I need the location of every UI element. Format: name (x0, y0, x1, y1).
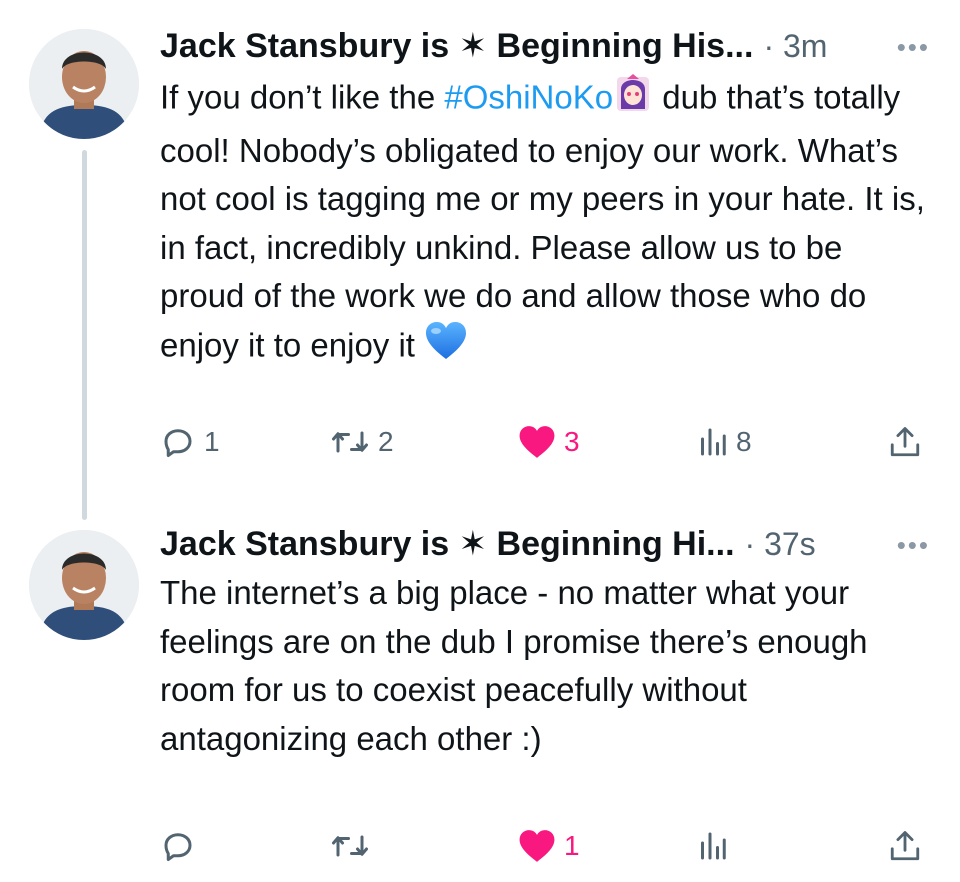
views-button[interactable]: 8 (698, 420, 752, 464)
share-button[interactable] (888, 824, 922, 868)
views-icon (698, 424, 728, 460)
tweet-actions: 1 2 3 8 (160, 420, 930, 464)
retweet-button[interactable]: 2 (330, 420, 394, 464)
more-icon[interactable]: ••• (897, 32, 930, 63)
retweet-icon (330, 424, 370, 460)
tweet-text: If you don’t like the #OshiNoKo dub that… (160, 73, 930, 374)
hashtag-link[interactable]: #OshiNoKo (444, 78, 613, 115)
retweet-icon (330, 828, 370, 864)
tweet-time[interactable]: · 37s (745, 526, 816, 563)
tweet-header: Jack Stansbury is ✶ Beginning Hi... · 37… (160, 520, 930, 568)
more-icon[interactable]: ••• (897, 530, 930, 561)
share-button[interactable] (888, 420, 922, 464)
view-count: 8 (736, 426, 752, 457)
tweet-time[interactable]: · 3m (763, 28, 827, 65)
like-icon (518, 424, 556, 460)
views-icon (698, 828, 728, 864)
share-icon (888, 424, 922, 460)
reply-icon (160, 424, 196, 460)
reply-count: 1 (204, 426, 220, 457)
avatar[interactable] (29, 530, 139, 640)
thread-connector-line (82, 150, 87, 520)
reply-button[interactable]: 1 (160, 420, 220, 464)
blue-heart-emoji (424, 321, 468, 375)
anime-character-emoji (613, 73, 653, 127)
like-icon (518, 828, 556, 864)
share-icon (888, 828, 922, 864)
like-count: 3 (564, 426, 580, 457)
retweet-button[interactable] (330, 824, 378, 868)
avatar[interactable] (29, 29, 139, 139)
views-button[interactable] (698, 824, 736, 868)
author-name[interactable]: Jack Stansbury is ✶ Beginning His... (160, 26, 753, 66)
like-button[interactable]: 1 (518, 824, 580, 868)
like-button[interactable]: 3 (518, 420, 580, 464)
tweet-text: The internet’s a big place - no matter w… (160, 574, 868, 757)
tweet-header: Jack Stansbury is ✶ Beginning His... · 3… (160, 22, 930, 70)
reply-icon (160, 828, 196, 864)
author-name[interactable]: Jack Stansbury is ✶ Beginning Hi... (160, 524, 735, 564)
reply-button[interactable] (160, 824, 204, 868)
like-count: 1 (564, 830, 580, 861)
retweet-count: 2 (378, 426, 394, 457)
tweet-actions: 1 (160, 824, 930, 868)
